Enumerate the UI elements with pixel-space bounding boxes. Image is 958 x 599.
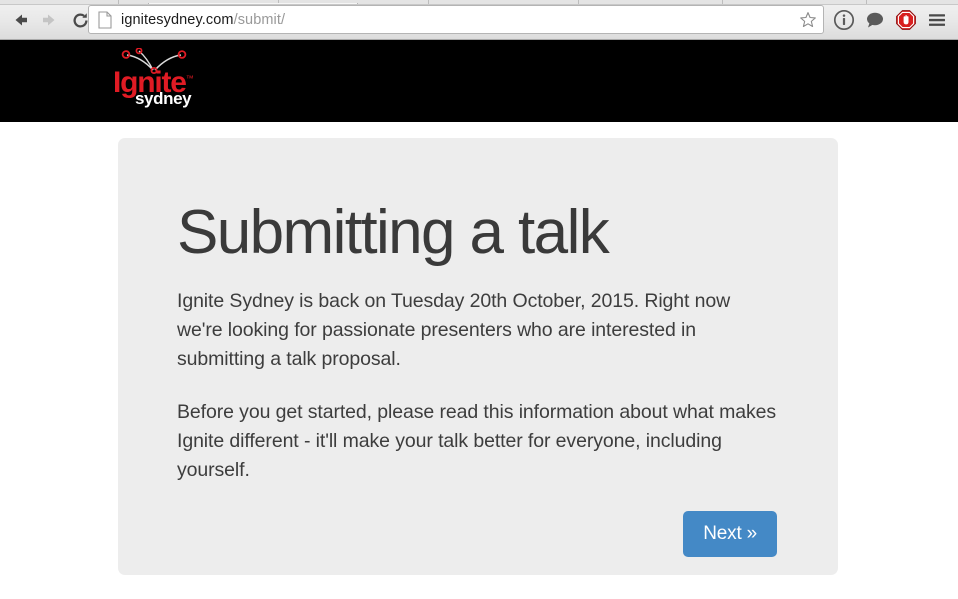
content-card: Submitting a talk Ignite Sydney is back … xyxy=(118,138,838,575)
next-button[interactable]: Next » xyxy=(683,510,777,557)
bookmark-star-icon[interactable] xyxy=(795,8,821,31)
ignite-sydney-logo[interactable]: Ignite™ sydney xyxy=(113,48,197,110)
chat-bubble-icon[interactable] xyxy=(861,6,889,34)
page-title: Submitting a talk xyxy=(177,198,610,267)
extension-icons xyxy=(830,6,951,34)
back-button[interactable] xyxy=(6,6,34,34)
logo-subtitle: sydney xyxy=(135,89,192,108)
intro-paragraph: Ignite Sydney is back on Tuesday 20th Oc… xyxy=(177,289,731,370)
info-paragraph: Before you get started, please read this… xyxy=(177,400,777,481)
hamburger-menu-icon[interactable] xyxy=(923,6,951,34)
url-path: /submit/ xyxy=(233,11,286,28)
forward-button xyxy=(36,6,64,34)
navigation-buttons xyxy=(6,6,94,34)
card-content: Submitting a talk Ignite Sydney is back … xyxy=(177,198,777,557)
info-circle-icon[interactable] xyxy=(830,6,858,34)
page-body: Submitting a talk Ignite Sydney is back … xyxy=(0,122,958,599)
logo-trademark: ™ xyxy=(185,74,194,83)
page-document-icon xyxy=(98,10,112,29)
browser-toolbar: ignitesydney.com/submit/ xyxy=(0,0,958,40)
adblock-stop-hand-icon[interactable] xyxy=(892,6,920,34)
address-bar[interactable]: ignitesydney.com/submit/ xyxy=(88,5,824,34)
url-text: ignitesydney.com/submit/ xyxy=(121,12,819,28)
url-domain: ignitesydney.com xyxy=(121,11,234,28)
button-row: Next » xyxy=(177,510,777,557)
site-header: Ignite™ sydney xyxy=(0,40,958,122)
